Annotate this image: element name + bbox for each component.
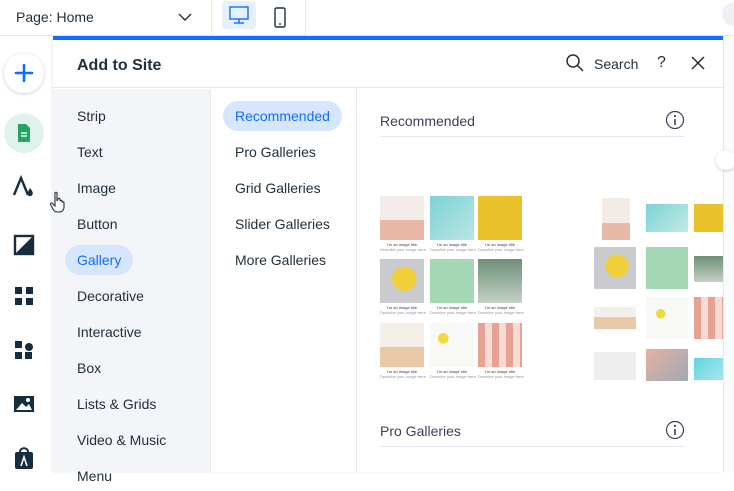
- help-button[interactable]: ?: [657, 54, 666, 72]
- section-title-recommended: Recommended: [380, 113, 475, 129]
- gallery-image: [646, 204, 688, 232]
- gallery-image: [694, 358, 723, 380]
- media-icon[interactable]: [12, 392, 36, 416]
- subcategory-list: Recommended Pro Galleries Grid Galleries…: [211, 89, 357, 472]
- grid-gallery-with-titles-thumbnail[interactable]: I'm an image title I'm an image title I'…: [380, 196, 525, 386]
- category-button[interactable]: Button: [65, 209, 129, 239]
- gallery-image: [646, 297, 688, 339]
- desktop-icon: [229, 6, 249, 24]
- left-toolbar: [0, 36, 52, 472]
- image-description: Describe your image here: [430, 310, 476, 315]
- category-interactive[interactable]: Interactive: [65, 317, 154, 347]
- toolbar-divider: [305, 0, 306, 36]
- category-decorative[interactable]: Decorative: [65, 281, 156, 311]
- gallery-image: [430, 196, 474, 240]
- chevron-down-icon: [178, 13, 192, 21]
- category-lists-grids[interactable]: Lists & Grids: [65, 389, 168, 419]
- gallery-image: [694, 297, 723, 339]
- section-divider: [380, 136, 685, 137]
- gallery-image: [430, 323, 474, 367]
- add-to-site-panel: Add to Site Search ? Strip Text Image Bu…: [53, 36, 723, 484]
- category-strip[interactable]: Strip: [65, 101, 118, 131]
- close-icon[interactable]: [689, 54, 707, 72]
- canvas-edge: [723, 36, 734, 472]
- subcategory-pro-galleries[interactable]: Pro Galleries: [223, 137, 328, 167]
- mobile-view-button[interactable]: [262, 0, 298, 36]
- page-selector[interactable]: Page: Home: [0, 0, 212, 36]
- mobile-icon: [274, 7, 286, 28]
- subcategory-recommended[interactable]: Recommended: [223, 101, 342, 131]
- category-image[interactable]: Image: [65, 173, 128, 203]
- image-description: Describe your image here: [478, 374, 524, 379]
- gallery-preview-area: Recommended I'm an image title I'm an im…: [358, 89, 723, 472]
- image-description: Describe your image here: [478, 310, 524, 315]
- apps-grid-icon[interactable]: [12, 284, 36, 308]
- page-icon: [18, 124, 30, 142]
- panel-header: Add to Site Search ?: [53, 40, 723, 88]
- image-description: Describe your image here: [380, 247, 426, 252]
- plus-icon: [14, 63, 34, 83]
- gallery-image: [594, 352, 636, 380]
- pages-button[interactable]: [4, 113, 44, 153]
- section-divider: [380, 446, 685, 447]
- category-menu[interactable]: Menu: [65, 461, 124, 491]
- app-market-icon[interactable]: [12, 446, 36, 470]
- image-description: Describe your image here: [478, 247, 524, 252]
- image-description: Describe your image here: [430, 247, 476, 252]
- subcategory-more-galleries[interactable]: More Galleries: [223, 245, 338, 275]
- add-elements-button[interactable]: [4, 53, 44, 93]
- gallery-image: [380, 259, 424, 303]
- gallery-image: [594, 307, 636, 329]
- info-icon[interactable]: [665, 110, 685, 130]
- gallery-image: [430, 259, 474, 303]
- page-selector-label: Page:: [16, 9, 53, 25]
- grid-gallery-thumbnail[interactable]: [592, 196, 723, 386]
- image-description: Describe your image here: [430, 374, 476, 379]
- background-icon[interactable]: [12, 233, 36, 257]
- gallery-image: [646, 247, 688, 289]
- hand-cursor-icon: [49, 191, 65, 213]
- gallery-image: [694, 204, 723, 232]
- info-icon[interactable]: [665, 420, 685, 440]
- search-icon[interactable]: [565, 53, 585, 73]
- top-bar: Page: Home: [0, 0, 734, 36]
- puzzle-icon[interactable]: [12, 338, 36, 362]
- category-box[interactable]: Box: [65, 353, 113, 383]
- image-description: Describe your image here: [380, 374, 426, 379]
- gallery-image: [694, 256, 723, 282]
- gallery-image: [478, 259, 522, 303]
- image-description: Describe your image here: [380, 310, 426, 315]
- canvas-handle[interactable]: [716, 150, 734, 170]
- gallery-image: [594, 247, 636, 289]
- gallery-image: [478, 323, 522, 367]
- subcategory-slider-galleries[interactable]: Slider Galleries: [223, 209, 342, 239]
- gallery-image: [478, 196, 522, 240]
- gallery-image: [646, 349, 688, 381]
- desktop-view-button[interactable]: [222, 1, 256, 29]
- page-selector-value: Home: [56, 9, 94, 25]
- category-video-music[interactable]: Video & Music: [65, 425, 178, 455]
- section-title-pro-galleries: Pro Galleries: [380, 423, 461, 439]
- gallery-image: [380, 323, 424, 367]
- gallery-image: [602, 198, 630, 240]
- category-list: Strip Text Image Button Gallery Decorati…: [53, 89, 211, 484]
- panel-title: Add to Site: [77, 57, 162, 74]
- theme-icon[interactable]: [12, 175, 36, 199]
- search-button[interactable]: Search: [594, 56, 638, 72]
- category-text[interactable]: Text: [65, 137, 115, 167]
- subcategory-grid-galleries[interactable]: Grid Galleries: [223, 173, 333, 203]
- category-gallery[interactable]: Gallery: [65, 245, 134, 275]
- gallery-image: [380, 196, 424, 240]
- account-avatar[interactable]: [722, 2, 734, 26]
